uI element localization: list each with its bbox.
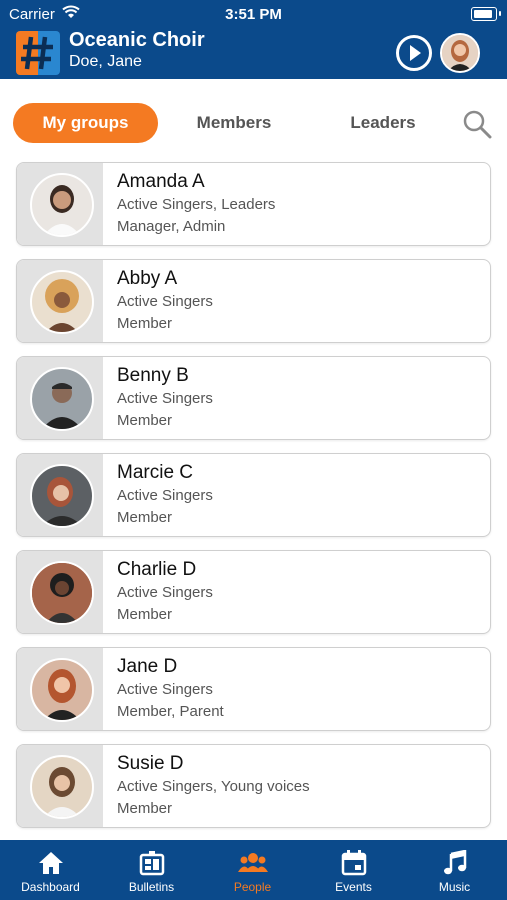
top-bar: Carrier 3:51 PM Oceanic Choir Doe, Jane	[0, 0, 507, 79]
person-roles: Member	[117, 606, 173, 623]
avatar	[30, 270, 94, 334]
calendar-icon	[341, 850, 367, 876]
avatar	[30, 464, 94, 528]
tab-music[interactable]: Music	[404, 840, 505, 900]
tab-music-label: Music	[438, 880, 471, 894]
tab-dashboard-label: Dashboard	[21, 880, 80, 894]
avatar	[30, 173, 94, 237]
user-name: Doe, Jane	[69, 53, 142, 70]
avatar-backdrop	[17, 163, 103, 245]
person-groups: Active Singers	[117, 584, 213, 601]
people-icon	[238, 853, 268, 872]
tab-leaders[interactable]: Leaders	[330, 103, 436, 143]
person-groups: Active Singers	[117, 487, 213, 504]
person-groups: Active Singers	[117, 681, 213, 698]
avatar-backdrop	[17, 551, 103, 633]
person-groups: Active Singers, Young voices	[117, 778, 310, 795]
person-groups: Active Singers	[117, 390, 213, 407]
list-item[interactable]: Charlie D Active Singers Member	[16, 550, 491, 634]
person-roles: Member	[117, 412, 173, 429]
person-roles: Member	[117, 315, 173, 332]
avatar	[30, 755, 94, 819]
person-name: Susie D	[117, 753, 184, 774]
person-roles: Manager, Admin	[117, 218, 226, 235]
list-item[interactable]: Jane D Active Singers Member, Parent	[16, 647, 491, 731]
list-item[interactable]: Susie D Active Singers, Young voices Mem…	[16, 744, 491, 828]
tab-dashboard[interactable]: Dashboard	[0, 840, 101, 900]
person-name: Marcie C	[117, 462, 194, 483]
hashtag-logo-icon[interactable]	[16, 31, 60, 75]
tab-my-groups[interactable]: My groups	[13, 103, 158, 143]
list-item[interactable]: Benny B Active Singers Member	[16, 356, 491, 440]
avatar-backdrop	[17, 260, 103, 342]
list-item[interactable]: Amanda A Active Singers, Leaders Manager…	[16, 162, 491, 246]
search-icon[interactable]	[461, 108, 493, 140]
tab-events-label: Events	[335, 880, 372, 894]
bottom-tab-bar: Dashboard Bulletins People Events Music	[0, 840, 507, 900]
tab-members[interactable]: Members	[175, 103, 293, 143]
tab-people-label: People	[233, 880, 272, 894]
avatar-backdrop	[17, 357, 103, 439]
play-circle-icon[interactable]	[396, 35, 432, 71]
tab-bulletins[interactable]: Bulletins	[101, 840, 202, 900]
avatar	[30, 658, 94, 722]
bulletin-board-icon	[139, 851, 165, 876]
person-name: Jane D	[117, 656, 178, 677]
person-groups: Active Singers	[117, 293, 213, 310]
person-name: Charlie D	[117, 559, 197, 580]
tab-bulletins-label: Bulletins	[128, 880, 175, 894]
person-roles: Member, Parent	[117, 703, 224, 720]
avatar-backdrop	[17, 745, 103, 827]
org-name: Oceanic Choir	[69, 29, 205, 51]
avatar-backdrop	[17, 648, 103, 730]
user-avatar[interactable]	[440, 33, 480, 73]
avatar-backdrop	[17, 454, 103, 536]
avatar	[30, 561, 94, 625]
person-name: Amanda A	[117, 171, 205, 192]
home-icon	[39, 852, 63, 874]
list-item[interactable]: Abby A Active Singers Member	[16, 259, 491, 343]
tab-people[interactable]: People	[202, 840, 303, 900]
person-groups: Active Singers, Leaders	[117, 196, 276, 213]
people-filter-tabs: My groups Members Leaders	[0, 103, 507, 145]
status-bar: Carrier 3:51 PM	[0, 4, 507, 24]
music-note-icon	[444, 850, 467, 875]
list-item[interactable]: Marcie C Active Singers Member	[16, 453, 491, 537]
person-name: Abby A	[117, 268, 178, 289]
battery-icon	[471, 7, 501, 21]
status-time: 3:51 PM	[225, 6, 282, 23]
tab-events[interactable]: Events	[303, 840, 404, 900]
person-name: Benny B	[117, 365, 189, 386]
person-roles: Member	[117, 509, 173, 526]
person-roles: Member	[117, 800, 173, 817]
avatar	[30, 367, 94, 431]
